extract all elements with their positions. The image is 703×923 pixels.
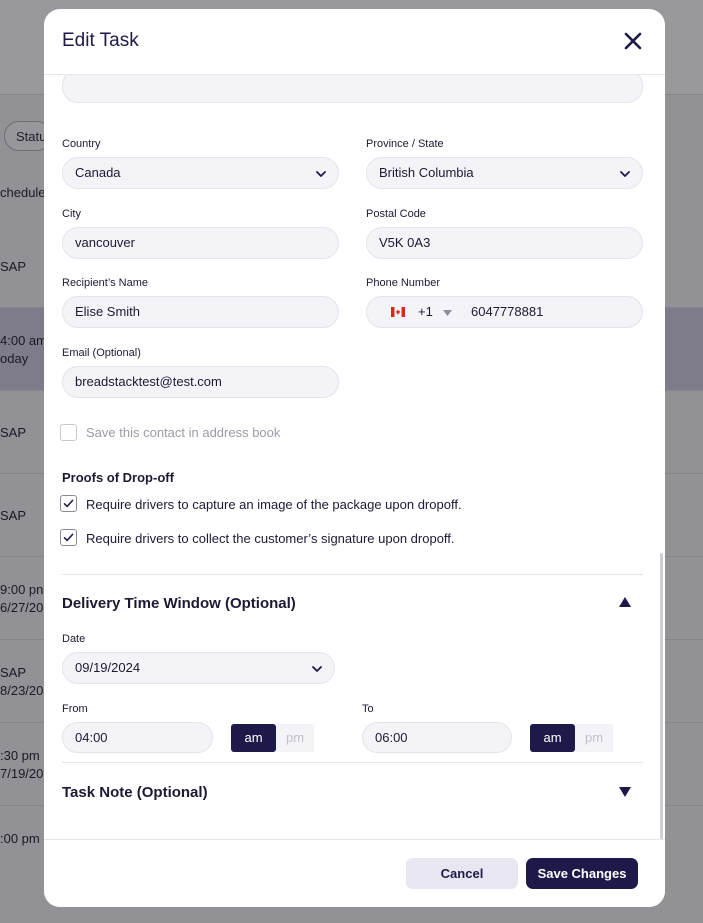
to-pm-button[interactable]: pm: [575, 724, 613, 752]
country-select[interactable]: Canada: [62, 157, 339, 189]
email-label: Email (Optional): [62, 347, 141, 359]
chevron-down-icon: [316, 171, 326, 177]
recipient-name-label: Recipient’s Name: [62, 277, 149, 289]
postal-code-input[interactable]: V5K 0A3: [366, 227, 643, 259]
from-period-toggle: am pm: [231, 724, 315, 752]
street-address-field[interactable]: [62, 75, 643, 103]
email-input[interactable]: breadstacktest@test.com: [62, 366, 339, 398]
background-column-header: chedule: [0, 185, 46, 200]
phone-number-value: 6047778881: [471, 304, 544, 319]
recipient-name-input[interactable]: Elise Smith: [62, 296, 339, 328]
from-time-input[interactable]: 04:00: [62, 722, 213, 753]
to-am-button[interactable]: am: [530, 724, 575, 752]
from-am-button[interactable]: am: [231, 724, 276, 752]
to-period-toggle: am pm: [530, 724, 614, 752]
from-pm-button[interactable]: pm: [276, 724, 314, 752]
province-select[interactable]: British Columbia: [366, 157, 643, 189]
date-label: Date: [62, 633, 86, 645]
scrollbar[interactable]: [660, 553, 663, 839]
section-divider: [62, 574, 643, 575]
require-signature-label: Require drivers to collect the customer’…: [86, 531, 455, 546]
save-contact-label: Save this contact in address book: [86, 425, 281, 440]
edit-task-modal: Edit Task Country Canada Province / Stat…: [44, 9, 665, 907]
save-changes-button[interactable]: Save Changes: [526, 858, 638, 889]
require-signature-checkbox[interactable]: [60, 529, 77, 546]
modal-header: Edit Task: [44, 9, 665, 75]
modal-footer: Cancel Save Changes: [44, 839, 665, 907]
require-image-checkbox[interactable]: [60, 495, 77, 512]
country-dial-code[interactable]: +1: [418, 297, 433, 327]
chevron-down-icon: [312, 666, 322, 672]
date-picker[interactable]: 09/19/2024: [62, 652, 335, 684]
require-image-label: Require drivers to capture an image of t…: [86, 497, 462, 512]
proofs-section-title: Proofs of Drop-off: [62, 470, 174, 485]
province-label: Province / State: [366, 138, 444, 150]
phone-number-label: Phone Number: [366, 277, 440, 289]
from-label: From: [62, 703, 88, 715]
postal-code-label: Postal Code: [366, 208, 426, 220]
section-divider: [62, 762, 643, 763]
phone-number-input[interactable]: +1 6047778881: [366, 296, 643, 328]
chevron-down-icon: [620, 171, 630, 177]
delivery-window-title[interactable]: Delivery Time Window (Optional): [62, 595, 296, 612]
close-button[interactable]: [621, 29, 645, 53]
expand-triangle-icon[interactable]: [619, 787, 631, 797]
caret-down-icon[interactable]: [443, 310, 452, 316]
modal-body[interactable]: Country Canada Province / State British …: [44, 75, 665, 839]
checkmark-icon: [63, 499, 74, 508]
close-icon: [624, 32, 642, 50]
cancel-button[interactable]: Cancel: [406, 858, 518, 889]
save-contact-checkbox[interactable]: [60, 424, 77, 441]
collapse-triangle-icon[interactable]: [619, 597, 631, 607]
checkmark-icon: [63, 533, 74, 542]
canada-flag-icon: [391, 307, 405, 317]
city-input[interactable]: vancouver: [62, 227, 339, 259]
task-note-title[interactable]: Task Note (Optional): [62, 784, 208, 801]
country-label: Country: [62, 138, 101, 150]
to-label: To: [362, 703, 374, 715]
city-label: City: [62, 208, 81, 220]
to-time-input[interactable]: 06:00: [362, 722, 512, 753]
modal-title: Edit Task: [62, 30, 139, 51]
